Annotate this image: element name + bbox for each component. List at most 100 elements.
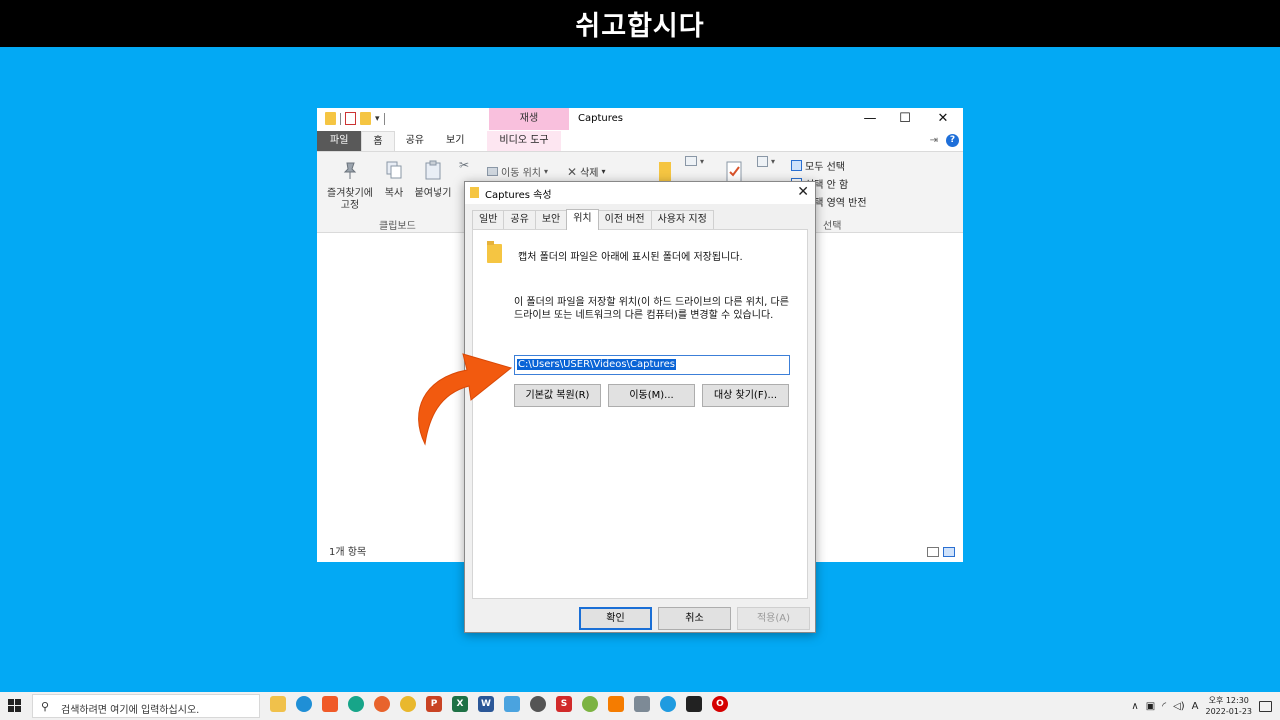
tab-previous-versions[interactable]: 이전 버전: [597, 210, 652, 229]
taskbar-search[interactable]: ⚲ 검색하려면 여기에 입력하십시오.: [32, 694, 260, 718]
notification-icon[interactable]: [1259, 700, 1272, 712]
tab-view[interactable]: 보기: [435, 131, 475, 151]
chevron-down-icon: ▾: [771, 157, 776, 166]
view-toggle: [927, 547, 955, 557]
separator: [383, 112, 385, 125]
status-item-count: 1개 항목: [329, 547, 367, 558]
app-icon[interactable]: [582, 696, 598, 712]
explorer-titlebar: ▾ 재생 Captures — ☐ ✕: [317, 108, 963, 131]
expand-ribbon-icon[interactable]: ⇥: [930, 135, 938, 146]
tab-security[interactable]: 보안: [534, 210, 568, 229]
apply-button[interactable]: 적용(A): [737, 607, 810, 630]
start-button[interactable]: [8, 699, 22, 713]
pointer-arrow-icon: [418, 353, 513, 446]
folder-path-selected-text: C:\Users\USER\Videos\Captures: [517, 359, 676, 370]
move-button[interactable]: 이동(M)...: [608, 384, 695, 407]
delete-label: 삭제: [580, 168, 599, 179]
window-title: Captures: [578, 113, 623, 124]
brave-icon[interactable]: [322, 696, 338, 712]
scissors-icon: ✂: [459, 158, 470, 172]
move-to-button[interactable]: 이동 위치 ▾: [487, 164, 548, 179]
app-icon[interactable]: S: [556, 696, 572, 712]
move-to-label: 이동 위치: [501, 168, 541, 179]
copy-button[interactable]: 복사: [380, 160, 408, 200]
chrome-icon[interactable]: [400, 696, 416, 712]
app-icon[interactable]: [348, 696, 364, 712]
move-to-icon: [487, 167, 498, 176]
properties-icon[interactable]: [345, 112, 356, 125]
tab-share[interactable]: 공유: [395, 131, 435, 151]
tab-sharing[interactable]: 공유: [503, 210, 536, 229]
edge-icon[interactable]: [296, 696, 312, 712]
network-icon[interactable]: ◜: [1162, 701, 1166, 712]
separator: [340, 112, 341, 125]
paste-label: 붙여넣기: [414, 188, 452, 199]
banner-title: 쉬고합시다: [575, 11, 705, 42]
large-icons-view-icon[interactable]: [943, 547, 955, 557]
copy-icon: [386, 161, 402, 179]
select-group-label: 선택: [823, 221, 842, 232]
select-all-button[interactable]: 모두 선택: [791, 158, 845, 173]
dialog-tab-bar: 일반 공유 보안 위치 이전 버전 사용자 지정: [472, 209, 714, 230]
tab-general[interactable]: 일반: [472, 210, 505, 229]
excel-icon[interactable]: X: [452, 696, 468, 712]
open-button[interactable]: ▾: [757, 156, 775, 167]
minimize-button[interactable]: —: [860, 111, 880, 127]
tab-video-tools[interactable]: 비디오 도구: [487, 131, 561, 151]
restore-default-button[interactable]: 기본값 복원(R): [514, 384, 601, 407]
opera-icon[interactable]: O: [712, 696, 728, 712]
chevron-down-icon: ▾: [543, 167, 548, 176]
folder-icon: [470, 187, 479, 198]
firefox-icon[interactable]: [374, 696, 390, 712]
dialog-titlebar: Captures 속성 ✕: [465, 182, 815, 204]
cancel-button[interactable]: 취소: [658, 607, 731, 630]
new-item-button[interactable]: ▾: [685, 156, 704, 166]
folder-icon: [325, 112, 336, 125]
system-tray: ∧ ▣ ◜ ◁) A 오후 12:30 2022-01-23: [1131, 692, 1272, 720]
customize-dropdown-icon[interactable]: ▾: [375, 114, 380, 124]
clipboard-group-label: 클립보드: [379, 221, 416, 232]
tab-customize[interactable]: 사용자 지정: [650, 210, 714, 229]
quick-access-toolbar: ▾: [325, 112, 385, 125]
device-icon[interactable]: ▣: [1146, 701, 1155, 712]
clock-date: 2022-01-23: [1205, 707, 1253, 716]
cut-button[interactable]: ✂: [459, 158, 469, 172]
app-icon[interactable]: [530, 696, 546, 712]
dialog-title: Captures 속성: [485, 190, 552, 201]
ribbon-tab-bar: 파일 홈 공유 보기 비디오 도구: [317, 131, 963, 151]
ime-indicator[interactable]: A: [1192, 701, 1199, 712]
location-instructions: 이 폴더의 파일을 저장할 위치(이 하드 드라이브의 다른 위치, 다른 드라…: [514, 297, 789, 321]
app-icon[interactable]: [660, 696, 676, 712]
powerpoint-icon[interactable]: P: [426, 696, 442, 712]
new-folder-icon[interactable]: [360, 112, 371, 125]
paste-icon: [425, 160, 441, 180]
copy-label: 복사: [384, 188, 404, 199]
tab-file[interactable]: 파일: [317, 131, 362, 151]
folder-path-input[interactable]: C:\Users\USER\Videos\Captures: [514, 355, 790, 375]
maximize-button[interactable]: ☐: [895, 111, 915, 127]
word-icon[interactable]: W: [478, 696, 494, 712]
dialog-close-button[interactable]: ✕: [797, 184, 809, 200]
tab-location[interactable]: 위치: [566, 209, 599, 230]
vlc-icon[interactable]: [608, 696, 624, 712]
context-tab-play: 재생: [489, 108, 569, 130]
tab-home[interactable]: 홈: [361, 131, 395, 151]
paste-button[interactable]: 붙여넣기: [411, 160, 455, 200]
close-button[interactable]: ✕: [933, 111, 953, 127]
delete-button[interactable]: ✕ 삭제 ▾: [567, 164, 606, 180]
search-placeholder: 검색하려면 여기에 입력하십시오.: [61, 705, 200, 716]
sticky-notes-icon[interactable]: [686, 696, 702, 712]
top-banner: 쉬고합시다: [0, 0, 1280, 47]
remote-desktop-icon[interactable]: [504, 696, 520, 712]
pin-quick-access-button[interactable]: 즐겨찾기에 고정: [323, 160, 377, 212]
chevron-down-icon: ▾: [601, 167, 606, 176]
clock[interactable]: 오후 12:30 2022-01-23: [1206, 695, 1253, 717]
ok-button[interactable]: 확인: [579, 607, 652, 630]
calculator-icon[interactable]: [634, 696, 650, 712]
volume-icon[interactable]: ◁): [1173, 701, 1185, 712]
chevron-up-icon[interactable]: ∧: [1131, 701, 1138, 712]
file-explorer-icon[interactable]: [270, 696, 286, 712]
help-icon[interactable]: ?: [946, 134, 959, 147]
find-target-button[interactable]: 대상 찾기(F)...: [702, 384, 789, 407]
details-view-icon[interactable]: [927, 547, 939, 557]
